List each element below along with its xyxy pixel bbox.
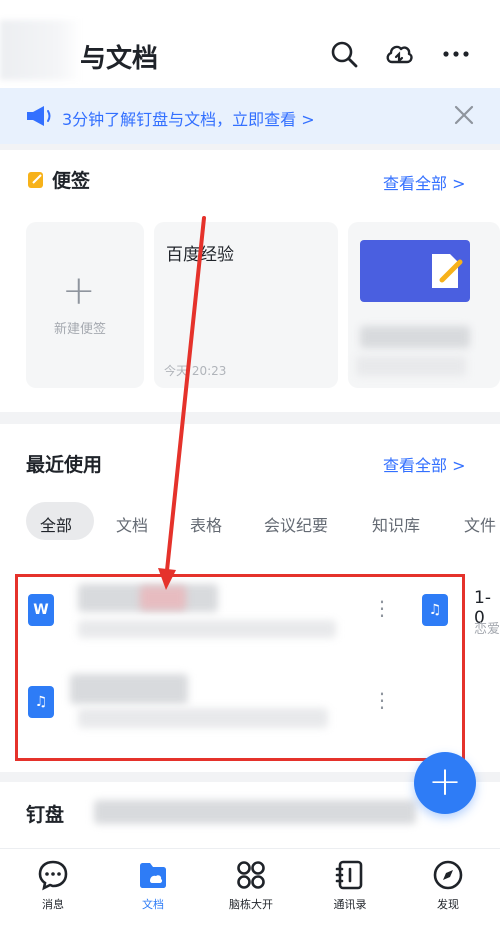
blurred-note-time <box>356 356 466 376</box>
more-icon[interactable] <box>440 38 472 70</box>
banner-text[interactable]: 3分钟了解钉盘与文档，立即查看 > <box>62 106 315 130</box>
chat-bubble-icon <box>38 860 68 891</box>
filter-all[interactable]: 全部 <box>40 512 72 536</box>
note-title: 百度经验 <box>166 245 234 265</box>
tab-label: 通讯录 <box>333 898 367 911</box>
blurred-note-title <box>360 326 470 348</box>
blurred-title-region <box>0 20 82 80</box>
recent-see-all-link[interactable]: 查看全部 > <box>383 452 466 476</box>
notes-see-all-link[interactable]: 查看全部 > <box>383 170 466 194</box>
page-title: 与文档 <box>80 44 159 74</box>
tab-discover[interactable]: 发现 <box>408 858 488 912</box>
filter-sheets[interactable]: 表格 <box>190 512 222 536</box>
plus-icon: + <box>62 268 96 314</box>
compass-icon <box>433 860 463 890</box>
tab-docs[interactable]: 文档 <box>113 858 193 912</box>
contacts-book-icon <box>335 860 363 890</box>
apps-grid-icon <box>237 861 265 889</box>
recent-title: 最近使用 <box>26 454 103 476</box>
tab-label: 发现 <box>437 898 459 911</box>
tab-messages[interactable]: 消息 <box>13 858 93 912</box>
annotation-box <box>15 574 465 761</box>
tab-label: 脑栋大开 <box>229 898 273 911</box>
tab-contacts[interactable]: 通讯录 <box>310 858 390 912</box>
filter-files[interactable]: 文件 <box>464 512 496 536</box>
tab-label: 文档 <box>142 898 164 911</box>
megaphone-icon <box>27 106 51 126</box>
note-edit-icon <box>432 254 463 288</box>
dingpan-title: 钉盘 <box>26 804 65 826</box>
notes-title: 便签 <box>52 170 91 192</box>
new-note-label: 新建便签 <box>54 322 107 337</box>
filter-docs[interactable]: 文档 <box>116 512 148 536</box>
cloud-upload-icon[interactable] <box>383 38 415 70</box>
add-button[interactable]: + <box>414 752 476 814</box>
close-icon[interactable] <box>452 103 476 127</box>
side-item-subtitle: 恋爱 <box>474 622 500 637</box>
blurred-storage-info <box>94 800 416 824</box>
filter-meeting-notes[interactable]: 会议纪要 <box>264 512 328 536</box>
tab-brainstorm[interactable]: 脑栋大开 <box>211 858 291 912</box>
docs-folder-icon <box>140 863 166 888</box>
tab-label: 消息 <box>42 898 64 911</box>
note-icon <box>28 172 43 188</box>
search-icon[interactable] <box>328 38 360 70</box>
filter-knowledge-base[interactable]: 知识库 <box>372 512 420 536</box>
note-time: 今天 20:23 <box>164 364 227 378</box>
